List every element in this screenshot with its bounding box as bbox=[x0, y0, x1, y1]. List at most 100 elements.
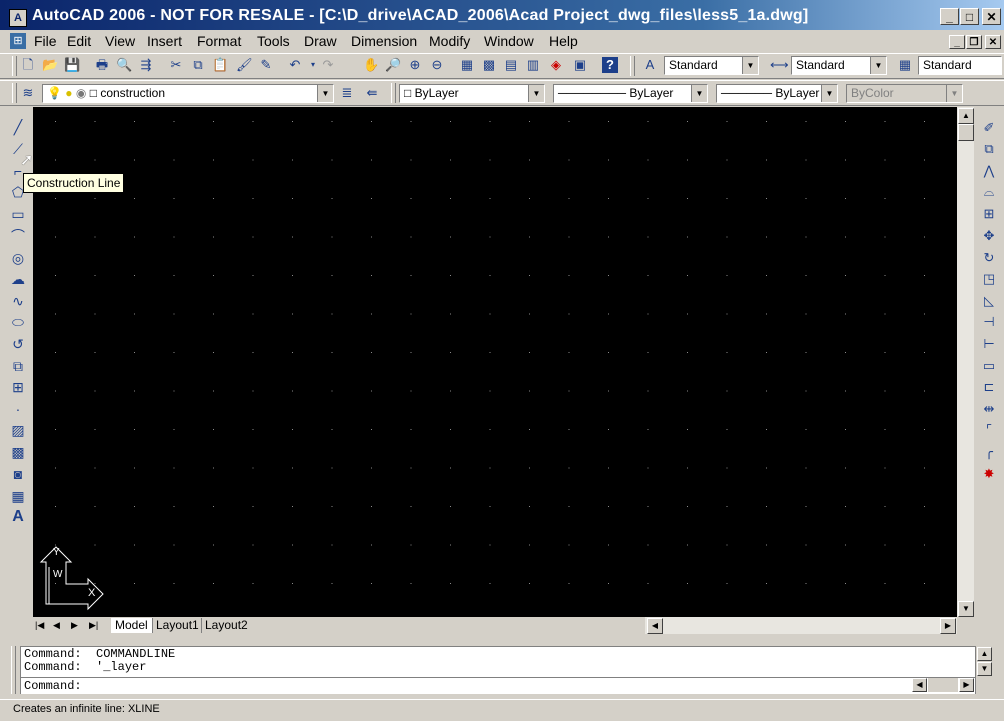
move-icon[interactable]: ✥ bbox=[980, 227, 998, 245]
match-properties-icon[interactable]: 🖌 bbox=[236, 57, 253, 73]
document-restore-button[interactable]: ❐ bbox=[966, 35, 982, 49]
sheet-set-icon[interactable]: ▥ bbox=[525, 57, 541, 73]
revision-cloud-icon[interactable]: ☁ bbox=[9, 270, 27, 288]
chevron-down-icon[interactable]: ▼ bbox=[691, 85, 707, 102]
zoom-previous-icon[interactable]: ⊖ bbox=[429, 57, 445, 73]
menu-draw[interactable]: Draw bbox=[304, 33, 337, 49]
undo-dropdown-icon[interactable]: ▾ bbox=[305, 57, 321, 73]
join-icon[interactable]: ⇹ bbox=[980, 400, 998, 418]
scroll-right-icon[interactable]: ▶ bbox=[940, 618, 956, 634]
vertical-scrollbar[interactable] bbox=[957, 107, 974, 617]
help-icon[interactable]: ? bbox=[602, 57, 618, 73]
offset-icon[interactable]: ⌓ bbox=[980, 183, 998, 201]
autocad-app-icon[interactable]: A bbox=[9, 9, 27, 27]
spline-icon[interactable]: ∿ bbox=[9, 292, 27, 310]
scale-icon[interactable]: ◳ bbox=[980, 270, 998, 288]
previous-tab-button[interactable]: ◀ bbox=[53, 618, 60, 633]
command-scroll-track[interactable] bbox=[928, 678, 958, 692]
calculator-icon[interactable]: ▣ bbox=[572, 57, 588, 73]
layer-previous-icon[interactable]: ⇚ bbox=[364, 85, 380, 101]
document-close-button[interactable]: ✕ bbox=[985, 35, 1001, 49]
command-input-line[interactable] bbox=[21, 677, 975, 694]
make-object-layer-current-icon[interactable]: ≣ bbox=[339, 85, 355, 101]
menu-view[interactable]: View bbox=[105, 33, 135, 49]
chevron-down-icon[interactable]: ▼ bbox=[742, 57, 758, 74]
fillet-icon[interactable]: ╭ bbox=[980, 443, 998, 461]
color-control-dropdown[interactable]: □ ByLayer ▼ bbox=[399, 84, 545, 103]
close-window-button[interactable]: ✕ bbox=[982, 8, 1001, 25]
command-scroll-down-icon[interactable]: ▼ bbox=[977, 662, 992, 676]
save-icon[interactable]: 💾 bbox=[64, 57, 80, 73]
menu-file[interactable]: File bbox=[34, 33, 57, 49]
ellipse-arc-icon[interactable]: ↺ bbox=[9, 335, 27, 353]
linetype-control-dropdown[interactable]: ──────── ByLayer ▼ bbox=[553, 84, 708, 103]
command-scroll-left-icon[interactable]: ◀ bbox=[912, 678, 927, 692]
undo-icon[interactable]: ↶ bbox=[287, 57, 303, 73]
arc-icon[interactable]: ⌒ bbox=[9, 227, 27, 245]
command-scroll-right-icon[interactable]: ▶ bbox=[959, 678, 974, 692]
array-icon[interactable]: ⊞ bbox=[980, 205, 998, 223]
document-minimize-button[interactable]: _ bbox=[949, 35, 965, 49]
cut-icon[interactable]: ✂ bbox=[168, 57, 184, 73]
drawing-canvas[interactable]: Y W X bbox=[33, 107, 957, 617]
layer-dropdown[interactable]: 💡 ● ◉ □ construction ▼ bbox=[42, 84, 334, 103]
maximize-window-button[interactable]: □ bbox=[960, 8, 979, 25]
command-window-grip[interactable] bbox=[11, 646, 16, 694]
zoom-realtime-icon[interactable]: 🔎 bbox=[385, 57, 401, 73]
lineweight-control-dropdown[interactable]: ────── ByLayer ▼ bbox=[716, 84, 838, 103]
tool-palettes-icon[interactable]: ▤ bbox=[503, 57, 519, 73]
hatch-icon[interactable]: ▨ bbox=[9, 421, 27, 439]
horizontal-scrollbar[interactable] bbox=[645, 617, 957, 634]
menu-dimension[interactable]: Dimension bbox=[351, 33, 417, 49]
circle-icon[interactable]: ◎ bbox=[9, 249, 27, 267]
vertical-scroll-thumb[interactable] bbox=[958, 124, 974, 141]
new-icon[interactable]: 🗋 bbox=[20, 57, 36, 73]
break-icon[interactable]: ⊏ bbox=[980, 378, 998, 396]
design-center-icon[interactable]: ▩ bbox=[481, 57, 497, 73]
pan-realtime-icon[interactable]: ✋ bbox=[363, 57, 379, 73]
publish-icon[interactable]: ⇶ bbox=[138, 57, 154, 73]
command-scroll-up-icon[interactable]: ▲ bbox=[977, 647, 992, 661]
redo-icon[interactable]: ↷ bbox=[320, 57, 336, 73]
styles-toolbar-grip[interactable] bbox=[630, 56, 635, 76]
point-icon[interactable]: · bbox=[9, 400, 27, 418]
table-icon[interactable]: ▦ bbox=[9, 487, 27, 505]
first-tab-button[interactable]: |◀ bbox=[35, 618, 44, 633]
trim-icon[interactable]: ⊣ bbox=[980, 313, 998, 331]
minimize-window-button[interactable]: _ bbox=[940, 8, 959, 25]
toolbar-grip[interactable] bbox=[12, 56, 17, 76]
menu-edit[interactable]: Edit bbox=[67, 33, 91, 49]
block-editor-icon[interactable]: ✎ bbox=[258, 57, 274, 73]
erase-icon[interactable]: ✐ bbox=[980, 119, 998, 137]
gradient-icon[interactable]: ▩ bbox=[9, 443, 27, 461]
properties-icon[interactable]: ▦ bbox=[459, 57, 475, 73]
plot-preview-icon[interactable]: 🔍 bbox=[116, 57, 132, 73]
menu-format[interactable]: Format bbox=[197, 33, 241, 49]
properties-toolbar-grip[interactable] bbox=[391, 83, 396, 103]
markup-icon[interactable]: ◈ bbox=[548, 57, 564, 73]
dim-style-dropdown[interactable]: Standard ▼ bbox=[791, 56, 887, 75]
tab-layout2[interactable]: Layout2 bbox=[201, 618, 251, 633]
extend-icon[interactable]: ⊢ bbox=[980, 335, 998, 353]
rotate-icon[interactable]: ↻ bbox=[980, 249, 998, 267]
chamfer-icon[interactable]: ⌜ bbox=[980, 421, 998, 439]
rectangle-icon[interactable]: ▭ bbox=[9, 205, 27, 223]
make-block-icon[interactable]: ⊞ bbox=[9, 378, 27, 396]
menu-insert[interactable]: Insert bbox=[147, 33, 182, 49]
menu-modify[interactable]: Modify bbox=[429, 33, 470, 49]
break-at-point-icon[interactable]: ▭ bbox=[980, 357, 998, 375]
menu-help[interactable]: Help bbox=[549, 33, 578, 49]
layer-manager-icon[interactable]: ≋ bbox=[20, 85, 36, 101]
scroll-up-icon[interactable]: ▲ bbox=[958, 108, 974, 124]
tab-layout1[interactable]: Layout1 bbox=[152, 618, 202, 633]
text-style-dropdown[interactable]: Standard ▼ bbox=[664, 56, 759, 75]
region-icon[interactable]: ◙ bbox=[9, 465, 27, 483]
mirror-icon[interactable]: ⋀ bbox=[980, 162, 998, 180]
stretch-icon[interactable]: ◺ bbox=[980, 292, 998, 310]
next-tab-button[interactable]: ▶ bbox=[71, 618, 78, 633]
scroll-down-icon[interactable]: ▼ bbox=[958, 601, 974, 617]
chevron-down-icon[interactable]: ▼ bbox=[870, 57, 886, 74]
ellipse-icon[interactable]: ⬭ bbox=[9, 313, 27, 331]
table-style-dropdown[interactable]: Standard bbox=[918, 56, 1002, 75]
last-tab-button[interactable]: ▶| bbox=[89, 618, 98, 633]
